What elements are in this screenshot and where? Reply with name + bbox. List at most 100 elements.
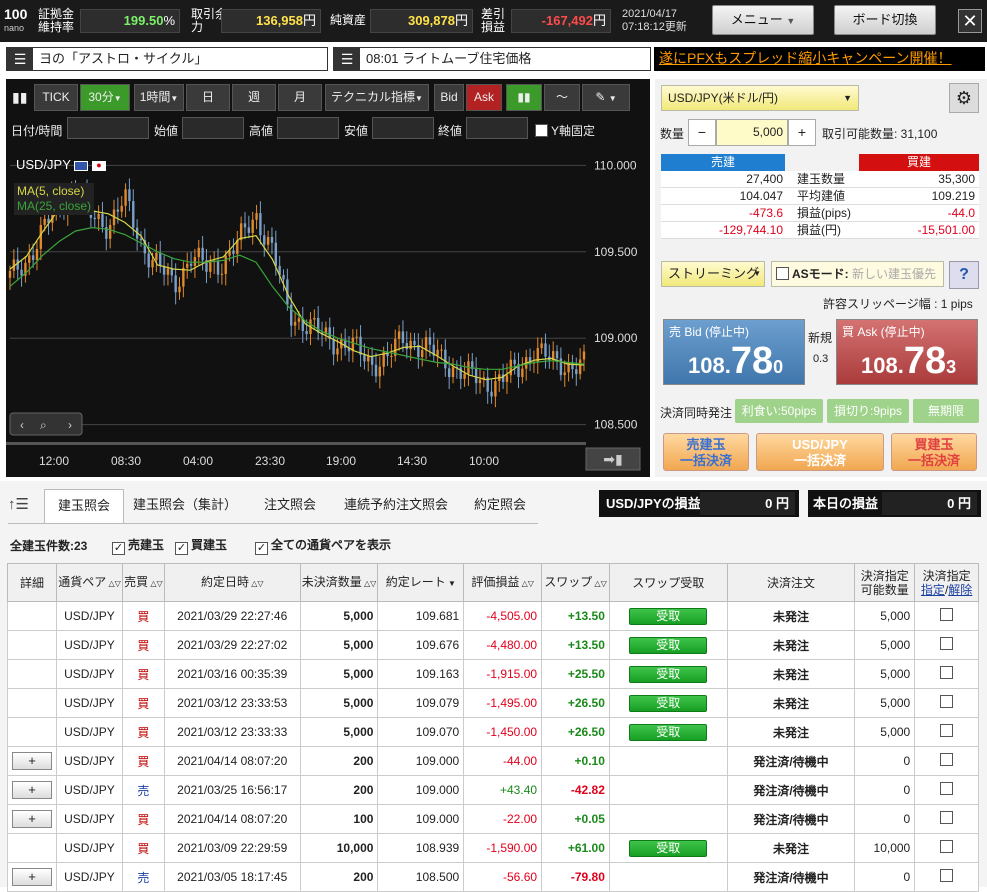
- buy-ask-button[interactable]: 買 Ask (停止中) 108.783: [836, 319, 978, 385]
- candle-body: [28, 255, 31, 263]
- col-rate[interactable]: 約定レート ▼: [377, 563, 465, 602]
- avail-qty-cell: 5,000: [854, 688, 916, 718]
- qty-minus-button[interactable]: −: [688, 119, 716, 146]
- settle-checkbox[interactable]: [940, 695, 954, 708]
- pair-cell: USD/JPY: [56, 746, 123, 776]
- week-button[interactable]: 週: [232, 84, 276, 111]
- promo-link[interactable]: 遂にPFXもスプレッド縮小キャンペーン開催！: [654, 47, 985, 71]
- technical-indicator-select[interactable]: テクニカル指標▼: [325, 84, 429, 111]
- col-side[interactable]: 売買 △▽: [121, 563, 165, 602]
- all-pairs-checkbox[interactable]: ✓ 全ての通貨ペアを表示: [255, 536, 391, 555]
- qty-input[interactable]: 5,000: [716, 119, 788, 146]
- specify-link[interactable]: 指定: [921, 583, 945, 597]
- settle-checkbox[interactable]: [940, 811, 954, 824]
- receive-swap-button[interactable]: 受取: [629, 665, 708, 683]
- candle-body: [209, 262, 212, 272]
- tick-button[interactable]: TICK: [34, 84, 78, 111]
- table-row[interactable]: + USD/JPY 買 2021/04/14 08:07:20 200 109.000 -4…: [7, 746, 979, 776]
- detail-cell: +: [7, 804, 57, 834]
- col-pair[interactable]: 通貨ペア △▽: [56, 563, 123, 602]
- receive-swap-button[interactable]: 受取: [629, 694, 708, 712]
- tab-positions-summary[interactable]: 建玉照会（集計）: [126, 489, 244, 523]
- expand-button[interactable]: +: [12, 810, 52, 828]
- pnl-cell: -1,915.00: [463, 659, 543, 689]
- ask-button[interactable]: Ask: [466, 84, 502, 111]
- streaming-select[interactable]: ストリーミング ▼: [661, 261, 765, 287]
- line-chart-icon[interactable]: 〜: [544, 84, 580, 111]
- m30-button[interactable]: 30分▼: [80, 84, 130, 111]
- pair-select[interactable]: USD/JPY(米ドル/円) ▼: [661, 85, 859, 111]
- table-row[interactable]: USD/JPY 買 2021/03/29 22:27:46 5,000 109.681-…: [7, 601, 979, 631]
- qty-plus-button[interactable]: +: [788, 119, 816, 146]
- settle-checkbox[interactable]: [940, 637, 954, 650]
- menu-button[interactable]: メニュー ▼: [712, 5, 814, 35]
- settle-checkbox[interactable]: [940, 724, 954, 737]
- col-swap[interactable]: スワップ △▽: [541, 563, 610, 602]
- settle-checkbox-cell: [914, 630, 979, 660]
- receive-swap-button[interactable]: 受取: [629, 607, 708, 625]
- buy-bulk-settle-button[interactable]: 買建玉 一括決済: [891, 433, 977, 471]
- settle-checkbox[interactable]: [940, 753, 954, 766]
- swap-receive-cell: 受取: [608, 659, 728, 689]
- take-profit-button[interactable]: 利食い:50pips: [735, 399, 823, 423]
- release-link[interactable]: 解除: [948, 583, 972, 597]
- table-row[interactable]: USD/JPY 買 2021/03/16 00:35:39 5,000 109.163-…: [7, 659, 979, 689]
- table-row[interactable]: + USD/JPY 買 2021/04/14 08:07:20 100 109.000 -2…: [7, 804, 979, 834]
- col-pnl[interactable]: 評価損益 △▽: [463, 563, 543, 602]
- yfix-checkbox[interactable]: Y軸固定: [535, 122, 595, 139]
- unlimited-button[interactable]: 無期限: [913, 399, 979, 423]
- sell-bulk-settle-button[interactable]: 売建玉 一括決済: [663, 433, 749, 471]
- day-button[interactable]: 日: [186, 84, 230, 111]
- bid-button[interactable]: Bid: [434, 84, 464, 111]
- col-date[interactable]: 約定日時 △▽: [163, 563, 301, 602]
- table-row[interactable]: USD/JPY 買 2021/03/29 22:27:02 5,000 109.676-…: [7, 630, 979, 660]
- settle-order-cell: 発注済/待機中: [726, 746, 856, 776]
- expand-button[interactable]: +: [12, 752, 52, 770]
- settle-checkbox[interactable]: [940, 840, 954, 853]
- sell-filter-checkbox[interactable]: ✓ 売建玉: [112, 536, 164, 555]
- price-chart[interactable]: 110.000 109.500 109.000 108.500 12:00 08:30 0…: [6, 145, 650, 477]
- table-row[interactable]: USD/JPY 買 2021/03/12 23:33:53 5,000 109.079-…: [7, 688, 979, 718]
- news-ticker-2[interactable]: ☰ 08:01 ライトムーブ住宅価格: [333, 47, 651, 71]
- candle-body: [8, 270, 12, 278]
- settle-checkbox[interactable]: [940, 666, 954, 679]
- tab-positions[interactable]: 建玉照会: [44, 489, 124, 523]
- sell-bid-button[interactable]: 売 Bid (停止中) 108.780: [663, 319, 805, 385]
- close-icon[interactable]: ✕: [958, 9, 982, 33]
- expand-button[interactable]: +: [12, 781, 52, 799]
- candle-body: [101, 213, 104, 228]
- settle-checkbox[interactable]: [940, 869, 954, 882]
- table-row[interactable]: + USD/JPY 売 2021/03/25 16:56:17 200 109.000 +4…: [7, 775, 979, 805]
- expand-button[interactable]: +: [12, 868, 52, 886]
- tab-orders[interactable]: 注文照会: [250, 489, 330, 523]
- candle-chart-icon[interactable]: ▮▮: [506, 84, 542, 111]
- receive-swap-button[interactable]: 受取: [629, 636, 708, 654]
- table-row[interactable]: USD/JPY 買 2021/03/09 22:29:59 10,000 108.939…: [7, 833, 979, 863]
- settle-checkbox[interactable]: [940, 782, 954, 795]
- as-mode-checkbox[interactable]: ASモード: 新しい建玉優先: [771, 261, 944, 287]
- candlestick-icon[interactable]: ▮▮: [12, 89, 27, 106]
- col-avail-qty: 決済指定可能数量: [854, 563, 916, 602]
- chevron-down-icon: ▼: [843, 93, 852, 103]
- tab-continuous-orders[interactable]: 連続予約注文照会: [334, 489, 458, 523]
- table-row[interactable]: + USD/JPY 売 2021/03/05 18:17:45 200 108.500 -5…: [7, 862, 979, 892]
- tab-executions[interactable]: 約定照会: [462, 489, 538, 523]
- h1-button[interactable]: 1時間▼: [134, 84, 184, 111]
- board-switch-button[interactable]: ボード切換: [834, 5, 936, 35]
- col-qty[interactable]: 未決済数量 △▽: [299, 563, 379, 602]
- draw-tool-icon[interactable]: ✎ ▼: [582, 84, 630, 111]
- sort-menu-icon[interactable]: ↑☰: [8, 495, 29, 513]
- table-row[interactable]: USD/JPY 買 2021/03/12 23:33:33 5,000 109.070-…: [7, 717, 979, 747]
- receive-swap-button[interactable]: 受取: [629, 839, 708, 857]
- help-icon[interactable]: ?: [949, 261, 979, 289]
- side-cell: 売: [121, 862, 165, 892]
- settle-checkbox[interactable]: [940, 608, 954, 621]
- gear-icon[interactable]: ⚙: [949, 83, 979, 113]
- stop-loss-button[interactable]: 損切り:9pips: [827, 399, 909, 423]
- news-ticker-1[interactable]: ☰ ヨの「アストロ・サイクル」: [6, 47, 328, 71]
- month-button[interactable]: 月: [278, 84, 322, 111]
- receive-swap-button[interactable]: 受取: [629, 723, 708, 741]
- candle-body: [93, 217, 96, 220]
- buy-filter-checkbox[interactable]: ✓ 買建玉: [175, 536, 227, 555]
- pair-bulk-settle-button[interactable]: USD/JPY 一括決済: [756, 433, 884, 471]
